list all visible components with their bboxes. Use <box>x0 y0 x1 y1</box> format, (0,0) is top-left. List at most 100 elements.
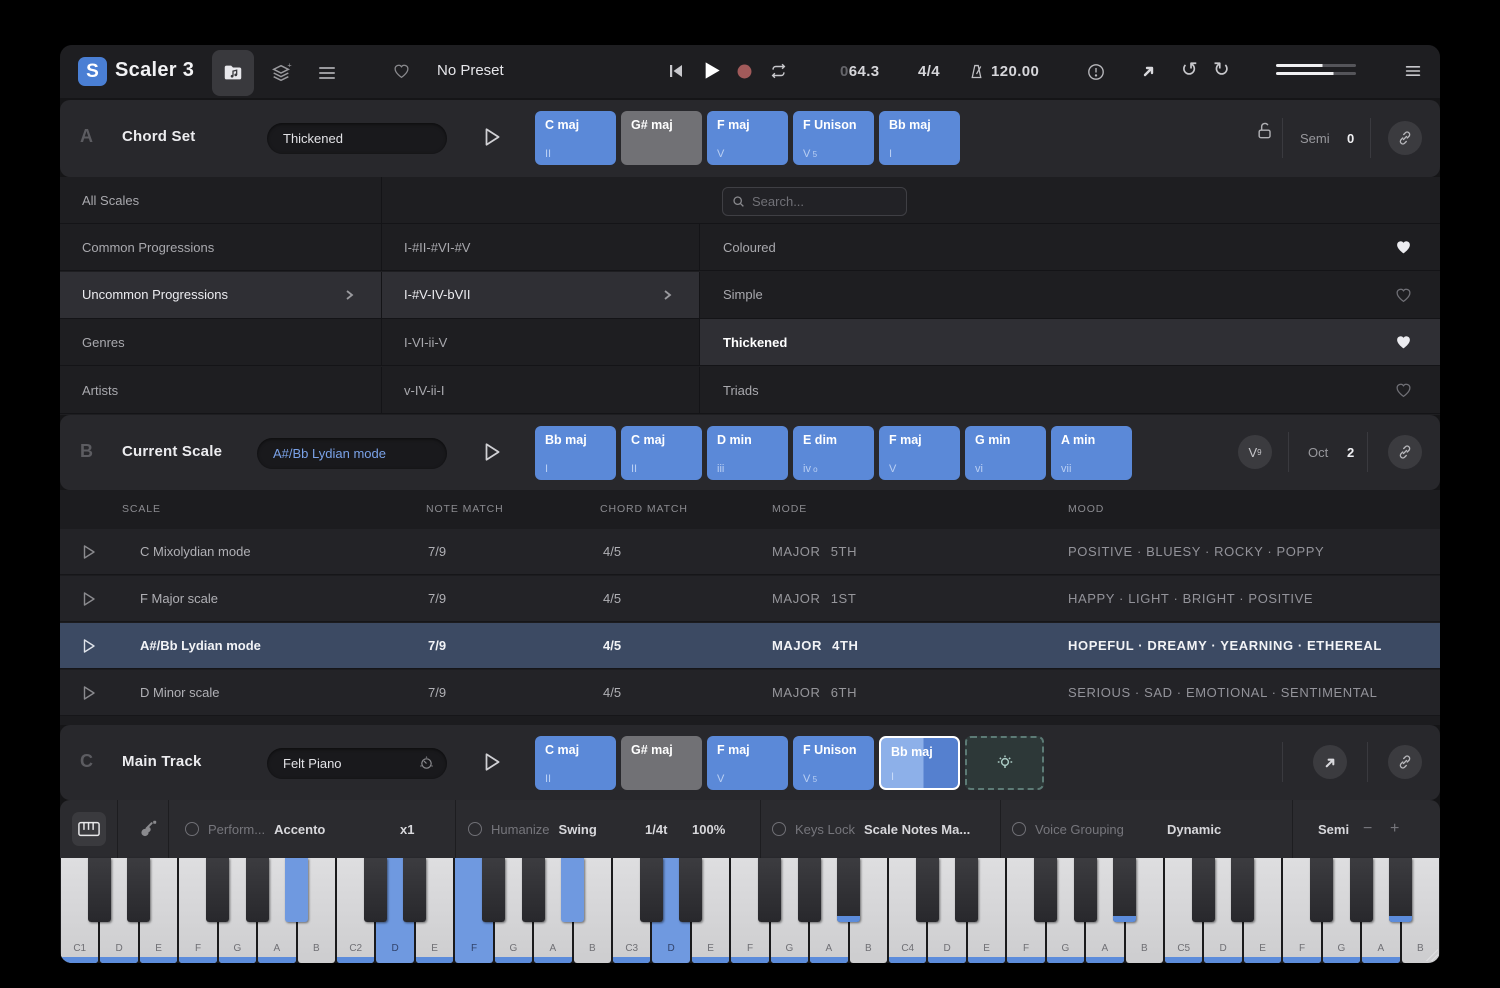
section-a-play-button[interactable] <box>482 126 504 150</box>
section-a-link-button[interactable] <box>1388 121 1422 155</box>
row-play-button[interactable] <box>82 685 96 701</box>
key-C#2[interactable] <box>364 858 387 922</box>
category-item-genres[interactable]: Genres <box>60 319 382 365</box>
keys-lock-toggle[interactable] <box>772 822 786 836</box>
key-G#5[interactable] <box>1350 858 1373 922</box>
section-c-link-button[interactable] <box>1388 745 1422 779</box>
humanize-value[interactable]: Swing <box>559 822 597 837</box>
semi-minus-button[interactable]: − <box>1363 800 1372 858</box>
suggest-chord-button[interactable] <box>965 736 1044 790</box>
key-C#5[interactable] <box>1192 858 1215 922</box>
redo-button[interactable]: ↻ <box>1213 60 1230 80</box>
humanize-amount[interactable]: 100% <box>692 800 725 858</box>
chord-set-selector[interactable]: Thickened <box>267 123 447 154</box>
category-item-common-progressions[interactable]: Common Progressions <box>60 224 382 270</box>
search-box[interactable] <box>722 187 907 216</box>
tempo-value[interactable]: 120.00 <box>991 63 1039 80</box>
tab-list[interactable] <box>306 50 348 96</box>
key-C#4[interactable] <box>916 858 939 922</box>
skip-start-button[interactable] <box>668 63 684 79</box>
resize-corner[interactable] <box>1426 949 1438 961</box>
alert-button[interactable] <box>1087 63 1105 81</box>
chord-pad-a-min[interactable]: A minvii <box>1051 426 1132 480</box>
key-D#2[interactable] <box>403 858 426 922</box>
category-item-uncommon-progressions[interactable]: Uncommon Progressions <box>60 272 382 318</box>
preset-name[interactable]: No Preset <box>437 62 504 79</box>
undo-button[interactable]: ↺ <box>1181 60 1198 80</box>
variation-item-simple[interactable]: Simple <box>700 272 1440 318</box>
chord-set-lock-button[interactable] <box>1255 121 1275 141</box>
key-D#5[interactable] <box>1231 858 1254 922</box>
chord-pad-f-maj[interactable]: F majV <box>707 111 788 165</box>
key-G#2[interactable] <box>522 858 545 922</box>
perform-control[interactable]: Perform... Accento <box>185 800 325 858</box>
guitar-view-button[interactable] <box>128 800 168 858</box>
category-item-artists[interactable]: Artists <box>60 367 382 413</box>
favorite-toggle[interactable] <box>1395 239 1412 255</box>
chord-pad-f-unison[interactable]: F UnisonV 5 <box>793 736 874 790</box>
keys-lock-value[interactable]: Scale Notes Ma... <box>864 822 970 837</box>
row-play-button[interactable] <box>82 544 96 560</box>
favorite-preset-button[interactable] <box>393 63 410 79</box>
semi-value[interactable]: 0 <box>1347 131 1354 146</box>
progression-item[interactable]: v-IV-ii-I <box>382 367 700 413</box>
keys-lock-control[interactable]: Keys Lock Scale Notes Ma... <box>772 800 970 858</box>
row-play-button[interactable] <box>82 591 96 607</box>
key-A#2[interactable] <box>561 858 584 922</box>
oct-value[interactable]: 2 <box>1347 445 1354 460</box>
search-input[interactable] <box>752 194 882 209</box>
humanize-toggle[interactable] <box>468 822 482 836</box>
chord-pad-f-maj[interactable]: F majV <box>707 736 788 790</box>
chord-pad-g-maj[interactable]: G# maj <box>621 736 702 790</box>
section-b-link-button[interactable] <box>1388 435 1422 469</box>
chord-pad-bb-maj[interactable]: Bb majI <box>879 736 960 790</box>
variation-item-thickened[interactable]: Thickened <box>700 319 1440 365</box>
humanize-rate[interactable]: 1/4t <box>645 800 667 858</box>
time-signature[interactable]: 4/4 <box>918 63 940 80</box>
current-scale-selector[interactable]: A#/Bb Lydian mode <box>257 438 447 469</box>
chord-pad-f-maj[interactable]: F majV <box>879 426 960 480</box>
chord-pad-d-min[interactable]: D miniii <box>707 426 788 480</box>
key-D#3[interactable] <box>679 858 702 922</box>
key-A#4[interactable] <box>1113 858 1136 922</box>
voicing-button[interactable]: V9 <box>1238 435 1272 469</box>
all-scales-cell[interactable]: All Scales <box>60 177 382 223</box>
key-A#3[interactable] <box>837 858 860 922</box>
key-F#5[interactable] <box>1310 858 1333 922</box>
scale-row-d-minor-scale[interactable]: D Minor scale7/94/5MAJOR 6THSERIOUS · SA… <box>60 670 1440 716</box>
favorite-toggle[interactable] <box>1395 334 1412 350</box>
perform-mult[interactable]: x1 <box>400 800 414 858</box>
chord-pad-bb-maj[interactable]: Bb majI <box>879 111 960 165</box>
chord-pad-e-dim[interactable]: E dimiv o <box>793 426 874 480</box>
main-menu-button[interactable] <box>1404 62 1422 80</box>
key-C#1[interactable] <box>88 858 111 922</box>
humanize-control[interactable]: Humanize Swing <box>468 800 597 858</box>
chord-pad-f-unison[interactable]: F UnisonV 5 <box>793 111 874 165</box>
favorite-toggle[interactable] <box>1395 382 1412 398</box>
perform-toggle[interactable] <box>185 822 199 836</box>
tab-layers[interactable]: + <box>260 50 302 96</box>
key-G#1[interactable] <box>246 858 269 922</box>
play-button[interactable] <box>701 60 722 81</box>
chord-pad-g-maj[interactable]: G# maj <box>621 111 702 165</box>
key-D#1[interactable] <box>127 858 150 922</box>
key-F#3[interactable] <box>758 858 781 922</box>
section-b-play-button[interactable] <box>482 441 504 465</box>
export-button[interactable] <box>1141 63 1157 79</box>
key-D#4[interactable] <box>955 858 978 922</box>
chord-pad-c-maj[interactable]: C majII <box>621 426 702 480</box>
key-C#3[interactable] <box>640 858 663 922</box>
scale-row-a-bb-lydian-mode[interactable]: A#/Bb Lydian mode7/94/5MAJOR 4THHOPEFUL … <box>60 623 1440 669</box>
key-G#4[interactable] <box>1074 858 1097 922</box>
scale-row-c-mixolydian-mode[interactable]: C Mixolydian mode7/94/5MAJOR 5THPOSITIVE… <box>60 529 1440 575</box>
voice-grouping-toggle[interactable] <box>1012 822 1026 836</box>
section-c-play-button[interactable] <box>482 751 504 775</box>
progression-item[interactable]: I-VI-ii-V <box>382 319 700 365</box>
loop-button[interactable] <box>769 62 788 80</box>
instrument-selector[interactable]: Felt Piano <box>267 748 447 779</box>
key-F#1[interactable] <box>206 858 229 922</box>
key-A#5[interactable] <box>1389 858 1412 922</box>
chord-pad-c-maj[interactable]: C majII <box>535 111 616 165</box>
row-play-button[interactable] <box>82 638 96 654</box>
variation-item-coloured[interactable]: Coloured <box>700 224 1440 270</box>
